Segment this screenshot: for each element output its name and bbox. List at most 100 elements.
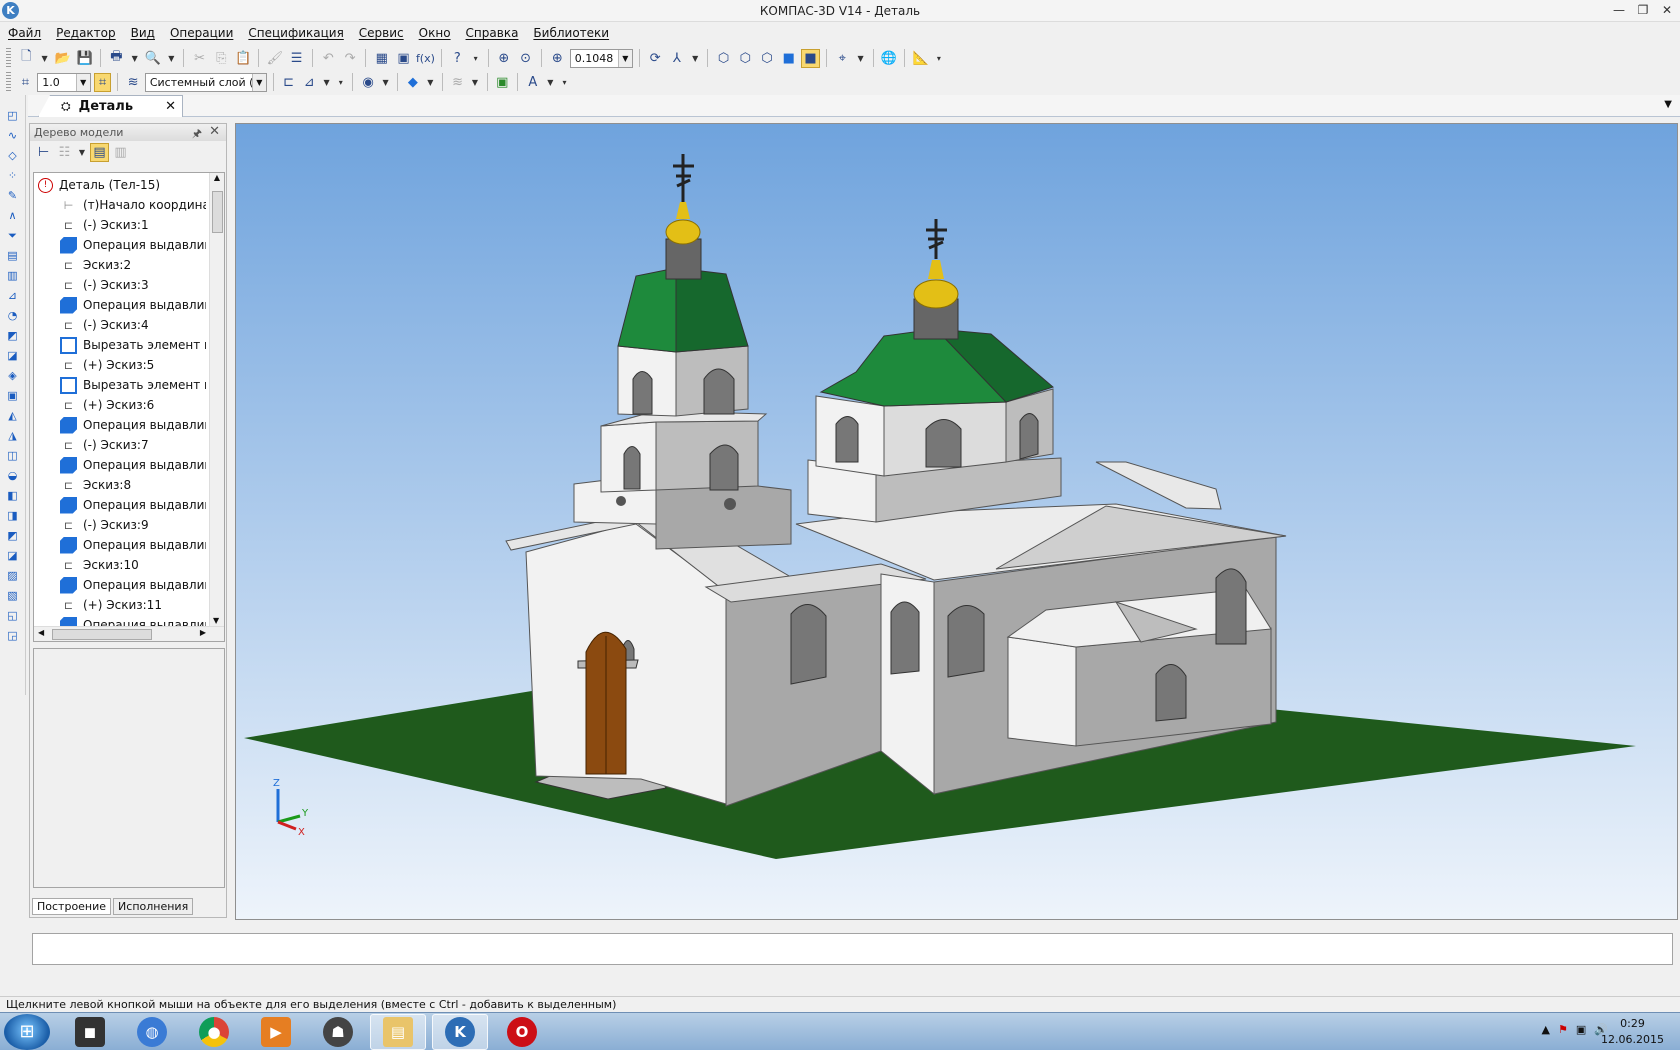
tree-item[interactable]: ! Деталь (Тел-15) <box>38 175 206 195</box>
tree-item[interactable]: Операция выдавливания <box>38 455 206 475</box>
tool-pattern-icon[interactable]: ◲ <box>4 627 21 644</box>
tool-rib-icon[interactable]: ◧ <box>4 487 21 504</box>
tree-structure-icon[interactable]: ⊢ <box>34 143 53 162</box>
material-icon[interactable]: ◉ <box>359 73 377 92</box>
text-style-icon[interactable]: A <box>524 73 542 92</box>
preview-dropdown-icon[interactable]: ▼ <box>165 49 177 68</box>
tree-item[interactable]: ⊏ (+) Эскиз:11 <box>38 595 206 615</box>
orientation-dropdown-icon[interactable]: ▼ <box>689 49 701 68</box>
tool-rotate-icon[interactable]: ◪ <box>4 347 21 364</box>
tool-plane-icon[interactable]: ◇ <box>4 147 21 164</box>
system-clock[interactable]: 0:29 12.06.2015 <box>1601 1016 1664 1048</box>
tree-item[interactable]: ⊏ (+) Эскиз:6 <box>38 395 206 415</box>
menu-edit[interactable]: Редактор <box>56 26 115 40</box>
scroll-right-icon[interactable]: ▶ <box>200 628 206 637</box>
command-line[interactable] <box>32 933 1673 965</box>
shaded-icon[interactable]: ■ <box>779 49 798 68</box>
paste-icon[interactable]: 📋 <box>234 49 253 68</box>
tree-item[interactable]: ⊏ Эскиз:2 <box>38 255 206 275</box>
tree-item[interactable]: ⊏ (-) Эскиз:7 <box>38 435 206 455</box>
edit-sketch-dropdown-icon[interactable]: ▼ <box>321 73 332 92</box>
globe-settings-icon[interactable]: 🌐 <box>880 49 899 68</box>
tree-item[interactable]: ⊏ Эскиз:8 <box>38 475 206 495</box>
task-game[interactable]: ☗ <box>310 1014 366 1050</box>
wireframe-icon[interactable]: ⬡ <box>714 49 733 68</box>
layers-icon[interactable]: ≋ <box>124 73 142 92</box>
save-icon[interactable]: 💾 <box>75 49 94 68</box>
tool-cut-extrude-icon[interactable]: ◭ <box>4 407 21 424</box>
tool-kinematic-icon[interactable]: ◈ <box>4 367 21 384</box>
tree-sort-icon[interactable]: ☷ <box>55 143 74 162</box>
tab-close-icon[interactable]: ✕ <box>165 99 176 114</box>
tree-horizontal-scrollbar[interactable]: ◀ ▶ <box>34 626 224 641</box>
task-opera[interactable]: O <box>494 1014 550 1050</box>
copy-icon[interactable]: ⎘ <box>212 49 231 68</box>
scroll-down-icon[interactable]: ▼ <box>213 616 219 625</box>
properties-list-icon[interactable]: ☰ <box>287 49 306 68</box>
tool-sketch-icon[interactable]: ⊿ <box>4 287 21 304</box>
toolbar-grip-2[interactable] <box>6 72 11 92</box>
tree-item[interactable]: Операция выдавливания <box>38 235 206 255</box>
tree-filter-icon[interactable]: ▥ <box>111 143 130 162</box>
format-brush-icon[interactable]: 🖌 <box>265 49 284 68</box>
color-dropdown-icon[interactable]: ▼ <box>425 73 436 92</box>
tool-curve-icon[interactable]: ∿ <box>4 127 21 144</box>
zoom-combo[interactable]: 0.1048 ▼ <box>569 48 633 68</box>
tree-item[interactable]: Операция выдавливания <box>38 295 206 315</box>
open-folder-icon[interactable]: 📂 <box>54 49 73 68</box>
tool-chamfer-icon[interactable]: ◪ <box>4 547 21 564</box>
tree-item[interactable]: ⊏ (-) Эскиз:1 <box>38 215 206 235</box>
scroll-left-icon[interactable]: ◀ <box>38 628 44 637</box>
layer-state-icon[interactable]: ≋ <box>449 73 467 92</box>
tree-item[interactable]: Операция выдавливания <box>38 415 206 435</box>
tool-section-icon[interactable]: ▧ <box>4 587 21 604</box>
pin-icon[interactable]: 🖈 <box>192 125 202 144</box>
layer-value[interactable]: Системный слой (0) <box>146 76 252 89</box>
toolbar-overflow-icon[interactable]: ▾ <box>470 49 482 68</box>
tool-hole-icon[interactable]: ◒ <box>4 467 21 484</box>
tree-item[interactable]: Операция выдавливания <box>38 535 206 555</box>
toolbar-overflow-icon-2[interactable]: ▾ <box>933 49 945 68</box>
color-icon[interactable]: ◆ <box>404 73 422 92</box>
preview-icon[interactable]: 🔍 <box>144 49 163 68</box>
tab-construction[interactable]: Построение <box>32 898 112 915</box>
new-document-icon[interactable]: 🗋 <box>17 49 36 68</box>
tree-item[interactable]: Операция выдавливания <box>38 495 206 515</box>
library-manager-icon[interactable]: ▣ <box>394 49 413 68</box>
tool-fillet-icon[interactable]: ◩ <box>4 527 21 544</box>
close-icon[interactable]: ✕ <box>1658 2 1676 18</box>
zoom-fit-icon[interactable]: ⊙ <box>516 49 535 68</box>
layer-combo[interactable]: Системный слой (0) ▼ <box>144 72 267 92</box>
tool-array-icon[interactable]: ⁘ <box>4 167 21 184</box>
task-media[interactable]: ▶ <box>248 1014 304 1050</box>
step-dropdown-icon[interactable]: ▼ <box>75 73 90 91</box>
material-dropdown-icon[interactable]: ▼ <box>380 73 391 92</box>
model-viewport[interactable]: Z Y X <box>235 123 1678 920</box>
orientation-icon[interactable]: ⅄ <box>668 49 687 68</box>
task-explorer[interactable]: ▤ <box>370 1014 426 1050</box>
task-app-dark[interactable]: ◼ <box>62 1014 118 1050</box>
tool-spec-icon[interactable]: ▤ <box>4 247 21 264</box>
hidden-lines-icon[interactable]: ⬡ <box>736 49 755 68</box>
shaded-edges-icon[interactable]: ■ <box>801 48 820 68</box>
new-dropdown-icon[interactable]: ▼ <box>39 49 51 68</box>
restore-icon[interactable]: ❐ <box>1634 2 1652 18</box>
tree-item[interactable]: ⊏ (+) Эскиз:5 <box>38 355 206 375</box>
tree-item[interactable]: ⊏ (-) Эскиз:4 <box>38 315 206 335</box>
church-model-3d[interactable]: Z Y X <box>236 124 1678 920</box>
task-kompas[interactable]: K <box>432 1014 488 1050</box>
scroll-up-icon[interactable]: ▲ <box>210 173 224 182</box>
cut-icon[interactable]: ✂ <box>190 49 209 68</box>
tree-sort-dropdown-icon[interactable]: ▼ <box>76 143 88 162</box>
rotate-icon[interactable]: ⟳ <box>646 49 665 68</box>
tool-extrude-icon[interactable]: ◩ <box>4 327 21 344</box>
tool-shell-icon[interactable]: ◨ <box>4 507 21 524</box>
text-style-dropdown-icon[interactable]: ▼ <box>545 73 556 92</box>
network-warning-icon[interactable]: ⚑ <box>1558 1023 1568 1036</box>
menu-specification[interactable]: Спецификация <box>248 26 343 40</box>
print-icon[interactable]: 🖶 <box>107 49 126 68</box>
menu-operations[interactable]: Операции <box>170 26 233 40</box>
tree-vertical-scrollbar[interactable]: ▲ ▼ <box>209 173 224 641</box>
menu-service[interactable]: Сервис <box>359 26 404 40</box>
menu-window[interactable]: Окно <box>419 26 451 40</box>
